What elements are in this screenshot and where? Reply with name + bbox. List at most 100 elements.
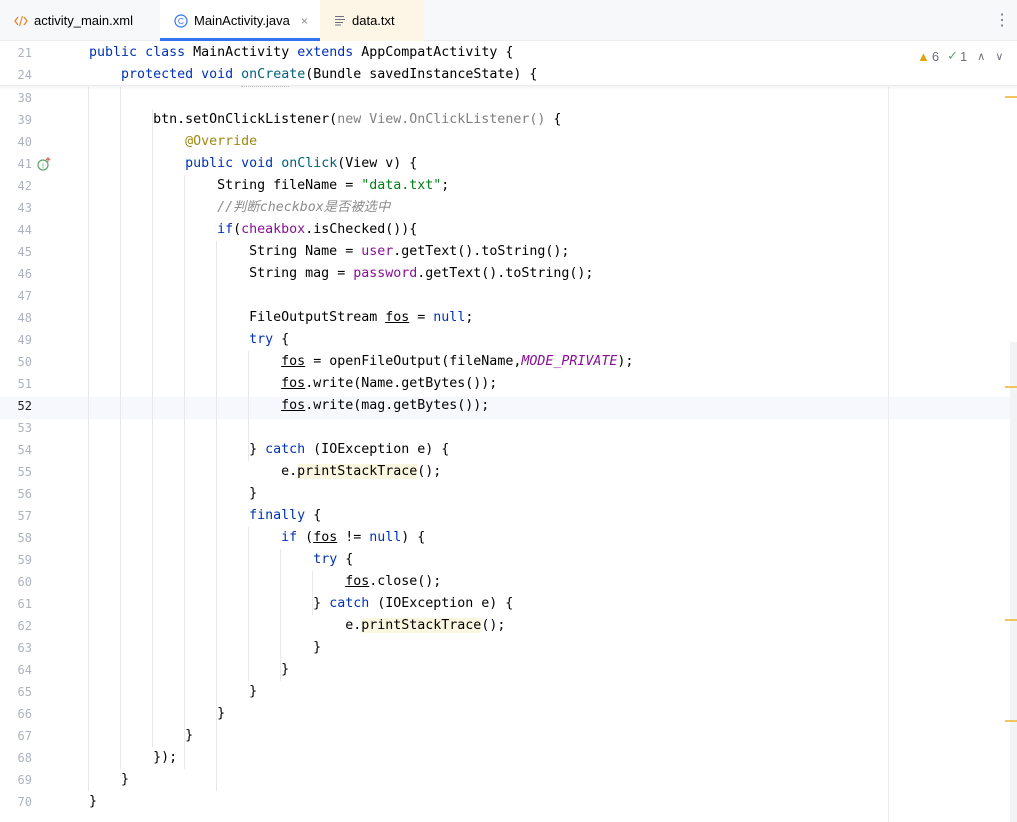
line-number[interactable]: 62 <box>0 615 32 637</box>
code-line[interactable]: 66 } <box>0 703 1010 725</box>
code-line[interactable]: 54 } catch (IOException e) { <box>0 439 1010 461</box>
line-number[interactable]: 51 <box>0 373 32 395</box>
code-line[interactable]: 41 public void onClick(View v) { <box>0 153 1010 175</box>
code-line[interactable]: 68 }); <box>0 747 1010 769</box>
code-text: } <box>57 681 257 703</box>
line-number[interactable]: 64 <box>0 659 32 681</box>
code-line[interactable]: 48 FileOutputStream fos = null; <box>0 307 1010 329</box>
code-editor[interactable]: 38 39 btn.setOnClickListener(new View.OnC… <box>0 87 1017 822</box>
code-token: ; <box>441 178 450 193</box>
next-highlight-icon[interactable]: ∨ <box>995 50 1003 63</box>
code-token: .close(); <box>369 574 442 589</box>
line-number[interactable]: 38 <box>0 87 32 109</box>
line-number[interactable]: 70 <box>0 791 32 813</box>
line-number[interactable]: 21 <box>0 42 32 64</box>
line-number[interactable]: 56 <box>0 483 32 505</box>
line-number[interactable]: 42 <box>0 175 32 197</box>
code-line[interactable]: 56 } <box>0 483 1010 505</box>
tab-activity-main-xml[interactable]: activity_main.xml <box>0 0 160 41</box>
code-line[interactable]: 43 //判断checkbox是否被选中 <box>0 197 1010 219</box>
line-number[interactable]: 68 <box>0 747 32 769</box>
code-line[interactable]: 44 if(cheakbox.isChecked()){ <box>0 219 1010 241</box>
line-number[interactable]: 54 <box>0 439 32 461</box>
code-token: //判断checkbox是否被选中 <box>217 200 391 215</box>
code-line[interactable]: 64 } <box>0 659 1010 681</box>
code-line[interactable]: 61 } catch (IOException e) { <box>0 593 1010 615</box>
code-line[interactable]: 57 finally { <box>0 505 1010 527</box>
line-number[interactable]: 60 <box>0 571 32 593</box>
implements-method-icon[interactable]: I <box>37 157 51 171</box>
code-line[interactable]: 55 e.printStackTrace(); <box>0 461 1010 483</box>
line-number[interactable]: 46 <box>0 263 32 285</box>
code-line[interactable]: 53 <box>0 417 1010 439</box>
code-line[interactable]: 58 if (fos != null) { <box>0 527 1010 549</box>
line-number[interactable]: 50 <box>0 351 32 373</box>
line-number[interactable]: 49 <box>0 329 32 351</box>
close-tab-icon[interactable]: × <box>301 14 308 28</box>
line-number[interactable]: 63 <box>0 637 32 659</box>
code-line[interactable]: 59 try { <box>0 549 1010 571</box>
line-number[interactable]: 59 <box>0 549 32 571</box>
code-text: public class MainActivity extends AppCom… <box>57 42 513 64</box>
code-token: new View.OnClickListener() <box>337 112 546 127</box>
code-token: = <box>409 310 434 325</box>
line-number[interactable]: 67 <box>0 725 32 747</box>
line-number[interactable]: 69 <box>0 769 32 791</box>
code-token: { <box>337 552 354 567</box>
code-line[interactable]: 39 btn.setOnClickListener(new View.OnCli… <box>0 109 1010 131</box>
line-number[interactable]: 61 <box>0 593 32 615</box>
code-token: } <box>57 772 130 787</box>
tab-main-activity-java[interactable]: C MainActivity.java × <box>160 0 320 41</box>
line-number[interactable]: 41 <box>0 153 32 175</box>
code-line[interactable]: 67 } <box>0 725 1010 747</box>
previous-highlight-icon[interactable]: ∧ <box>977 50 985 63</box>
code-token: ); <box>617 354 634 369</box>
code-line[interactable]: 24 protected void onCreate(Bundle savedI… <box>0 64 1010 86</box>
code-line[interactable]: 62 e.printStackTrace(); <box>0 615 1010 637</box>
code-token: btn.setOnClickListener( <box>57 112 338 127</box>
warning-stripe-mark[interactable] <box>1005 619 1017 621</box>
code-line[interactable]: 49 try { <box>0 329 1010 351</box>
line-number[interactable]: 44 <box>0 219 32 241</box>
line-number[interactable]: 55 <box>0 461 32 483</box>
more-options-icon[interactable]: ⋮ <box>994 10 1010 30</box>
line-number[interactable]: 45 <box>0 241 32 263</box>
code-line[interactable]: 38 <box>0 87 1010 109</box>
warning-stripe-mark[interactable] <box>1005 386 1017 388</box>
code-line[interactable]: 63 } <box>0 637 1010 659</box>
line-number[interactable]: 43 <box>0 197 32 219</box>
code-line[interactable]: 70 } <box>0 791 1010 813</box>
code-line[interactable]: 52 fos.write(mag.getBytes()); <box>0 395 1010 417</box>
tab-data-txt[interactable]: data.txt <box>320 0 424 41</box>
line-number[interactable]: 47 <box>0 285 32 307</box>
line-number[interactable]: 52 <box>0 395 32 417</box>
code-line[interactable]: 60 fos.close(); <box>0 571 1010 593</box>
warning-stripe-mark[interactable] <box>1005 720 1017 722</box>
code-line[interactable]: 69 } <box>0 769 1010 791</box>
line-number[interactable]: 48 <box>0 307 32 329</box>
vertical-scrollbar[interactable] <box>1010 342 1017 822</box>
code-line[interactable]: 51 fos.write(Name.getBytes()); <box>0 373 1010 395</box>
line-number[interactable]: 40 <box>0 131 32 153</box>
code-line[interactable]: 47 <box>0 285 1010 307</box>
line-number[interactable]: 39 <box>0 109 32 131</box>
line-number[interactable]: 57 <box>0 505 32 527</box>
code-line[interactable]: 40 @Override <box>0 131 1010 153</box>
inspection-widget[interactable]: ▲ 6 ✓ 1 ∧ ∨ <box>917 46 1003 66</box>
code-line[interactable]: 46 String mag = password.getText().toStr… <box>0 263 1010 285</box>
line-number[interactable]: 66 <box>0 703 32 725</box>
code-line[interactable]: 42 String fileName = "data.txt"; <box>0 175 1010 197</box>
line-number[interactable]: 58 <box>0 527 32 549</box>
code-line[interactable]: 45 String Name = user.getText().toString… <box>0 241 1010 263</box>
code-text: FileOutputStream fos = null; <box>57 307 473 329</box>
line-number[interactable]: 65 <box>0 681 32 703</box>
line-number[interactable]: 24 <box>0 64 32 86</box>
code-token: try <box>249 332 274 347</box>
code-line[interactable]: 65 } <box>0 681 1010 703</box>
warning-stripe-mark[interactable] <box>1005 96 1017 98</box>
code-line[interactable]: 21 public class MainActivity extends App… <box>0 42 1010 64</box>
line-number[interactable]: 53 <box>0 417 32 439</box>
code-line[interactable]: 50 fos = openFileOutput(fileName,MODE_PR… <box>0 351 1010 373</box>
